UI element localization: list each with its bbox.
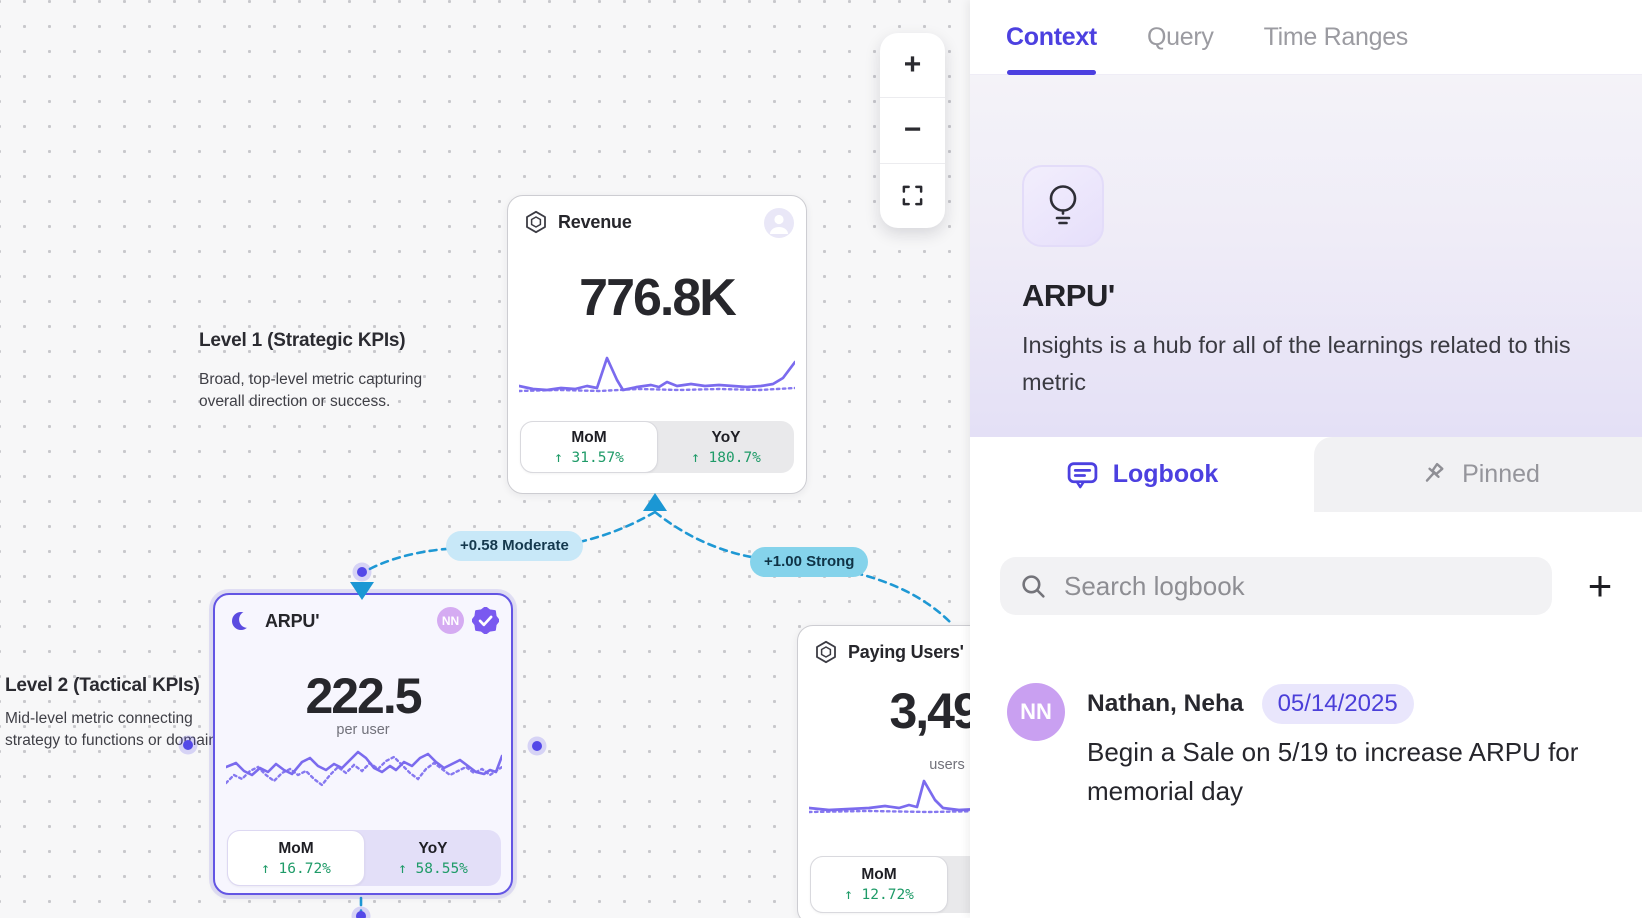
metric-card-title: Paying Users'	[848, 642, 964, 663]
pushpin-icon	[1416, 459, 1448, 491]
mom-toggle[interactable]: MoM ↑ 12.72%	[810, 856, 948, 913]
zoom-out-button[interactable]: −	[880, 97, 945, 162]
hexagon-metric-icon	[524, 210, 548, 234]
mom-toggle[interactable]: MoM ↑ 31.57%	[520, 421, 658, 473]
metric-context-header: ARPU' Insights is a hub for all of the l…	[970, 75, 1642, 437]
annotation-level1: Level 1 (Strategic KPIs) Broad, top-leve…	[199, 330, 422, 413]
annotation-body-line: Broad, top-level metric capturing	[199, 369, 422, 391]
sparkline	[519, 346, 795, 408]
mom-value: ↑ 12.72%	[844, 887, 914, 903]
metric-description: Insights is a hub for all of the learnin…	[1022, 327, 1607, 401]
metric-card-arpu[interactable]: ARPU' NN 222.5 per user MoM	[213, 593, 513, 895]
fit-view-button[interactable]	[880, 163, 945, 228]
metric-unit: per user	[215, 722, 511, 738]
period-toggle: MoM ↑ 31.57% YoY ↑ 180.7%	[520, 421, 794, 473]
verified-seal-icon[interactable]	[472, 607, 499, 634]
yoy-value: ↑ 180.7%	[691, 450, 761, 466]
metric-card-title: Revenue	[558, 212, 632, 233]
period-toggle: MoM ↑ 16.72% YoY ↑ 58.55%	[227, 830, 501, 886]
mom-value: ↑ 16.72%	[261, 861, 331, 877]
canvas-zoom-toolbar: + −	[880, 33, 945, 228]
yoy-toggle[interactable]: YoY ↑ 180.7%	[658, 421, 794, 473]
mom-toggle[interactable]: MoM ↑ 16.72%	[227, 830, 365, 886]
mom-label: MoM	[571, 429, 606, 447]
tab-pinned-label: Pinned	[1462, 460, 1540, 489]
metric-card-revenue[interactable]: Revenue 776.8K MoM ↑ 31.57%	[507, 195, 807, 494]
owner-initials-badge[interactable]: NN	[437, 607, 464, 634]
entry-author: Nathan, Neha	[1087, 690, 1244, 718]
annotation-body-line: overall direction or success.	[199, 391, 422, 413]
tab-logbook-label: Logbook	[1113, 460, 1219, 489]
add-logbook-entry-button[interactable]: +	[1578, 560, 1622, 612]
owner-avatar-icon[interactable]	[764, 208, 794, 238]
yoy-label: YoY	[419, 840, 448, 858]
mom-label: MoM	[278, 840, 313, 858]
panel-tab-bar: Context Query Time Ranges	[970, 0, 1642, 75]
metric-name-heading: ARPU'	[1022, 278, 1115, 314]
search-icon	[1020, 573, 1047, 600]
tab-pinned[interactable]: Pinned	[1314, 437, 1642, 512]
correlation-chip-moderate[interactable]: +0.58 Moderate	[446, 531, 583, 561]
entry-text: Begin a Sale on 5/19 to increase ARPU fo…	[1087, 733, 1607, 811]
annotation-title: Level 1 (Strategic KPIs)	[199, 330, 422, 352]
mom-label: MoM	[861, 866, 896, 884]
crescent-metric-icon	[231, 609, 255, 633]
annotation-body-line: strategy to functions or domains.	[5, 730, 229, 752]
annotation-body-line: Mid-level metric connecting	[5, 708, 229, 730]
metric-value: 222.5	[215, 667, 511, 725]
yoy-label: YoY	[712, 429, 741, 447]
hexagon-metric-icon	[814, 640, 838, 664]
context-panel: Context Query Time Ranges ARPU' Insights…	[970, 0, 1642, 918]
tab-context[interactable]: Context	[1006, 0, 1097, 75]
fullscreen-icon	[901, 184, 924, 207]
annotation-level2: Level 2 (Tactical KPIs) Mid-level metric…	[5, 675, 229, 752]
tab-query[interactable]: Query	[1147, 0, 1214, 75]
mom-value: ↑ 31.57%	[554, 450, 624, 466]
tab-logbook[interactable]: Logbook	[970, 437, 1314, 512]
lightbulb-icon	[1042, 183, 1084, 229]
search-input[interactable]	[1064, 557, 1534, 615]
app-window: Level 1 (Strategic KPIs) Broad, top-leve…	[0, 0, 1642, 918]
annotation-title: Level 2 (Tactical KPIs)	[5, 675, 229, 697]
correlation-chip-strong[interactable]: +1.00 Strong	[750, 547, 868, 577]
logbook-search[interactable]	[1000, 557, 1552, 615]
sparkline	[226, 743, 502, 805]
metric-value: 776.8K	[508, 268, 806, 328]
metric-card-title: ARPU'	[265, 611, 319, 632]
entry-date-badge: 05/14/2025	[1262, 684, 1414, 724]
logbook-icon	[1066, 459, 1099, 490]
author-avatar: NN	[1007, 683, 1065, 741]
tab-time-ranges[interactable]: Time Ranges	[1264, 0, 1408, 75]
logbook-pinned-tabs: Logbook Pinned	[970, 437, 1642, 512]
zoom-in-button[interactable]: +	[880, 33, 945, 97]
yoy-value: ↑ 58.55%	[398, 861, 468, 877]
insight-icon-tile	[1022, 165, 1104, 247]
yoy-toggle[interactable]: YoY ↑ 58.55%	[365, 830, 501, 886]
